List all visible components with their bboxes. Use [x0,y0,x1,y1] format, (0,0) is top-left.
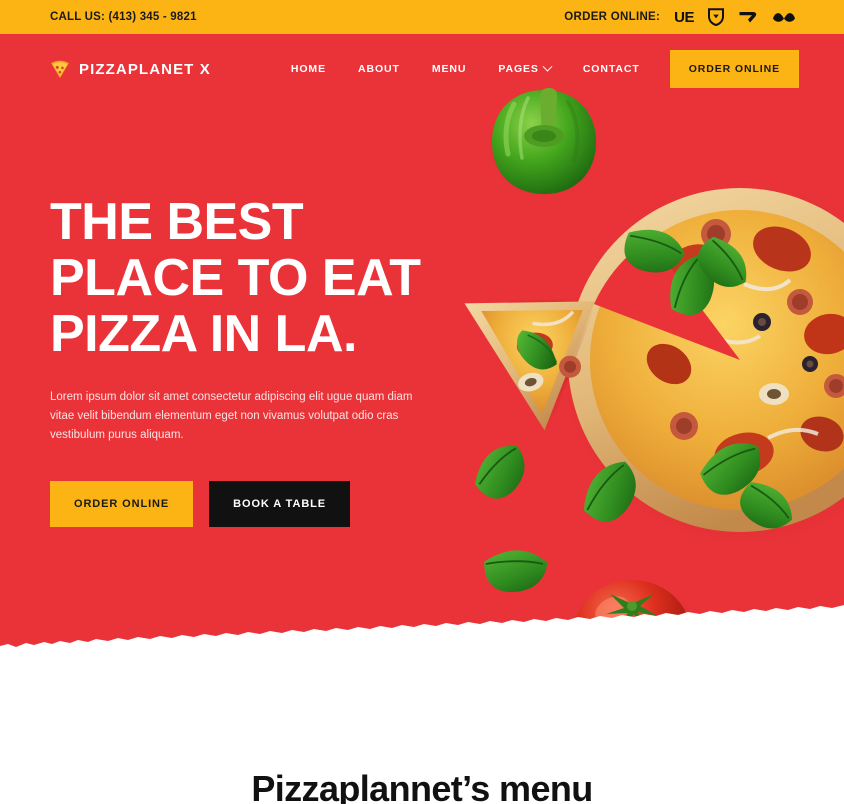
order-online-label: ORDER ONLINE: [564,11,661,23]
nav-item-home-label: HOME [290,63,326,75]
nav-item-menu[interactable]: MENU [416,63,483,75]
chevron-down-icon [542,61,553,72]
brand-name: PIZZAPLANET X [79,60,211,78]
delivery-services-group: UE [674,7,796,27]
hero-content: THE BEST PLACE TO EAT PIZZA IN LA. Lorem… [50,194,480,527]
hero-title: THE BEST PLACE TO EAT PIZZA IN LA. [50,193,421,363]
page-root: CALL US: (413) 345 - 9821 ORDER ONLINE: … [0,0,844,804]
top-utility-bar: CALL US: (413) 345 - 9821 ORDER ONLINE: … [0,0,844,34]
hero-food-imagery [444,34,844,668]
ubereats-icon[interactable]: UE [674,7,694,27]
nav-item-contact[interactable]: CONTACT [567,63,656,75]
topbar-right-group: ORDER ONLINE: UE [564,7,796,27]
nav-item-menu-label: MENU [431,63,467,75]
hero-order-online-button[interactable]: ORDER ONLINE [50,481,194,527]
grubhub-icon[interactable] [738,7,758,27]
nav-item-about-label: ABOUT [357,63,400,75]
hero-button-group: ORDER ONLINE BOOK A TABLE [50,481,480,527]
doordash-icon[interactable] [708,7,724,27]
hero-book-a-table-button[interactable]: BOOK A TABLE [209,481,351,527]
pizza-slice-icon [50,59,70,79]
hero-section: PIZZAPLANET X HOME ABOUT MENU PAGES CONT… [0,34,844,668]
brand-logo[interactable]: PIZZAPLANET X [50,59,211,79]
menu-section-heading: Pizzaplannet’s menu [251,768,593,804]
postmates-icon[interactable] [772,7,796,27]
torn-paper-divider [0,600,844,668]
menu-section: Pizzaplannet’s menu [0,668,844,804]
nav-item-contact-label: CONTACT [582,63,640,75]
phone-number[interactable]: CALL US: (413) 345 - 9821 [50,11,197,23]
nav-item-pages-label: PAGES [498,63,539,75]
main-navigation: HOME ABOUT MENU PAGES CONTACT ORDER ONLI… [275,50,799,88]
site-header: PIZZAPLANET X HOME ABOUT MENU PAGES CONT… [0,34,844,104]
nav-item-home[interactable]: HOME [275,63,342,75]
nav-item-about[interactable]: ABOUT [342,63,416,75]
hero-subtitle: Lorem ipsum dolor sit amet consectetur a… [50,391,413,441]
header-order-online-button[interactable]: ORDER ONLINE [669,50,799,88]
nav-item-pages[interactable]: PAGES [482,61,566,75]
